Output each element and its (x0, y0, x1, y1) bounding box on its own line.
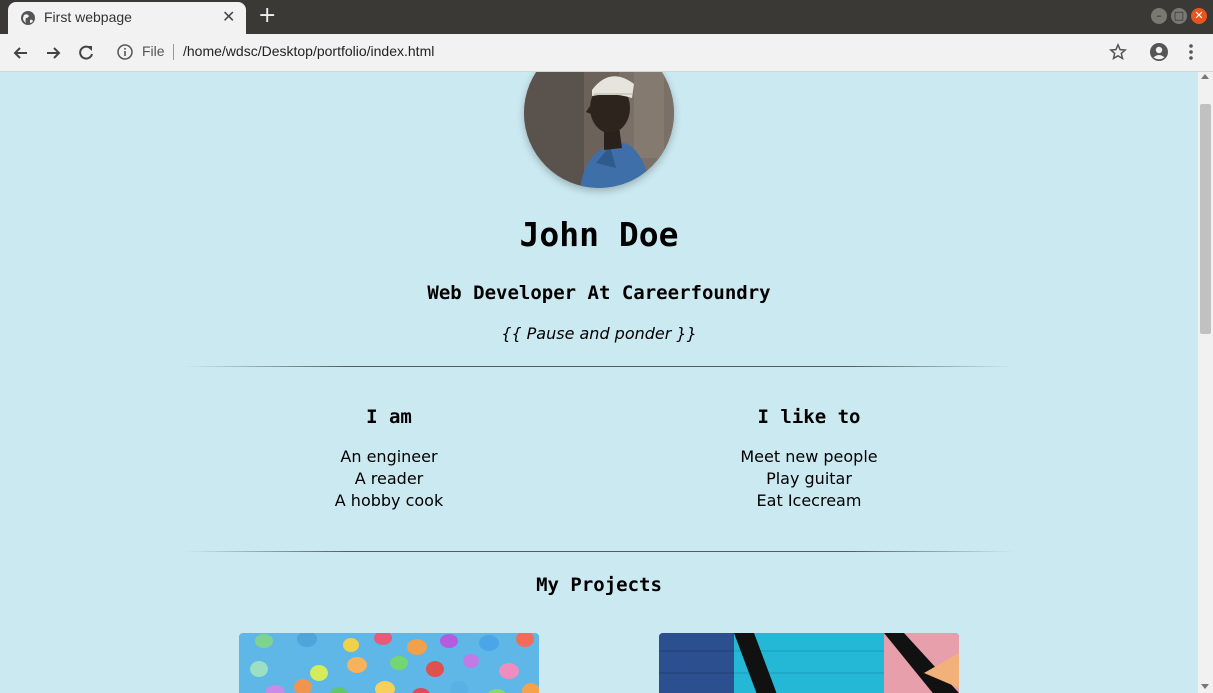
i-like-item: Eat Icecream (756, 491, 862, 510)
url-separator (173, 44, 174, 60)
scroll-down-arrow-icon[interactable] (1201, 684, 1209, 689)
i-like-heading: I like to (757, 406, 861, 428)
account-icon[interactable] (1149, 42, 1169, 62)
profile-avatar (524, 72, 674, 188)
browser-tab[interactable]: First webpage ✕ (8, 2, 246, 34)
back-arrow-icon[interactable] (11, 43, 31, 63)
window-minimize-button[interactable]: – (1151, 8, 1167, 24)
i-am-item: A reader (354, 469, 424, 488)
section-divider (184, 366, 1014, 367)
tab-close-icon[interactable]: ✕ (222, 9, 235, 25)
forward-arrow-icon[interactable] (43, 43, 63, 63)
section-divider (184, 551, 1014, 552)
i-am-heading: I am (366, 406, 412, 428)
browser-tab-bar: First webpage ✕ + – □ ✕ (0, 0, 1213, 34)
window-close-button[interactable]: ✕ (1191, 8, 1207, 24)
bookmark-star-icon[interactable] (1109, 43, 1127, 61)
profile-subtitle: Web Developer At Careerfoundry (427, 282, 771, 304)
kebab-menu-icon[interactable] (1184, 43, 1198, 61)
i-like-item: Meet new people (740, 447, 878, 466)
project-card-image[interactable] (659, 633, 959, 693)
tab-title: First webpage (44, 9, 132, 25)
i-like-item: Play guitar (766, 469, 852, 488)
i-am-item: An engineer (340, 447, 438, 466)
i-am-item: A hobby cook (334, 491, 444, 510)
profile-quote: {{ Pause and ponder }} (501, 324, 697, 343)
window-maximize-button[interactable]: □ (1171, 8, 1187, 24)
scrollbar-thumb[interactable] (1200, 104, 1211, 334)
projects-heading: My Projects (536, 574, 662, 596)
page-viewport: John Doe Web Developer At Careerfoundry … (0, 72, 1198, 693)
i-am-section: I am An engineer A reader A hobby cook (189, 406, 589, 512)
profile-name: John Doe (519, 215, 679, 254)
scroll-up-arrow-icon[interactable] (1201, 74, 1209, 79)
reload-icon[interactable] (76, 43, 96, 63)
address-bar[interactable]: /home/wdsc/Desktop/portfolio/index.html (183, 43, 434, 59)
i-like-section: I like to Meet new people Play guitar Ea… (609, 406, 1009, 512)
url-scheme-label: File (142, 43, 165, 59)
globe-icon (21, 11, 35, 25)
project-card-image[interactable] (239, 633, 539, 693)
new-tab-icon[interactable]: + (258, 5, 276, 27)
vertical-scrollbar[interactable] (1198, 72, 1213, 693)
browser-toolbar: File /home/wdsc/Desktop/portfolio/index.… (0, 34, 1213, 72)
info-icon[interactable] (117, 44, 133, 60)
